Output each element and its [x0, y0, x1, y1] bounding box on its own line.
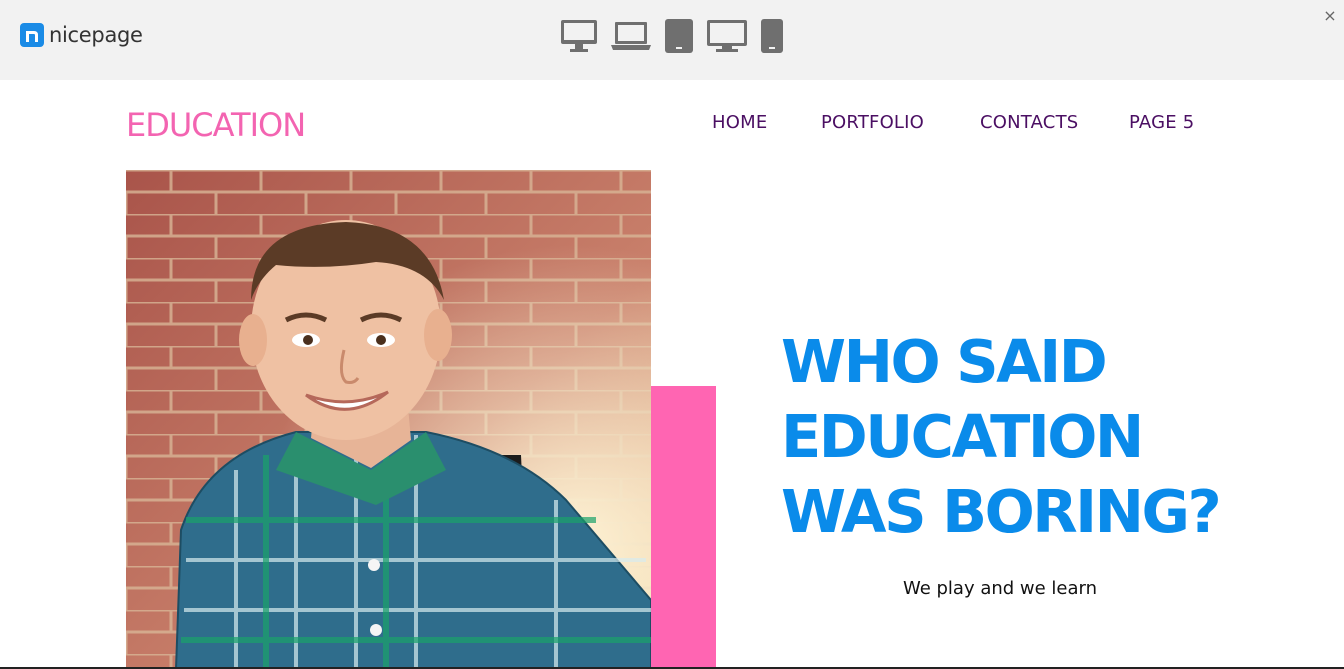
tablet-icon[interactable] [664, 18, 694, 58]
nav-item-portfolio[interactable]: PORTFOLIO [821, 112, 924, 133]
laptop-icon[interactable] [610, 18, 652, 58]
preview-toolbar: nicepage × [0, 0, 1344, 80]
headline-line-2: EDUCATION [781, 402, 1144, 471]
nav-item-contacts[interactable]: CONTACTS [980, 112, 1078, 133]
nav-item-page-5[interactable]: PAGE 5 [1129, 112, 1194, 133]
main-nav: HOME PORTFOLIO CONTACTS PAGE 5 [0, 112, 1344, 136]
headline-line-3: WAS BORING? [781, 477, 1222, 546]
brand-name: nicepage [49, 23, 143, 47]
hero-headline: WHO SAID EDUCATION WAS BORING? [781, 324, 1251, 549]
hero-subtitle: We play and we learn [902, 578, 1098, 599]
desktop-large-icon[interactable] [560, 18, 598, 58]
phone-icon[interactable] [760, 18, 784, 58]
nicepage-brand[interactable]: nicepage [20, 23, 143, 47]
accent-block [651, 386, 716, 669]
desktop-icon[interactable] [706, 18, 748, 58]
hero-photo [126, 170, 651, 669]
close-icon[interactable]: × [1322, 6, 1338, 26]
nicepage-logo-icon [20, 23, 44, 47]
headline-line-1: WHO SAID [781, 327, 1108, 396]
nav-item-home[interactable]: HOME [712, 112, 767, 133]
